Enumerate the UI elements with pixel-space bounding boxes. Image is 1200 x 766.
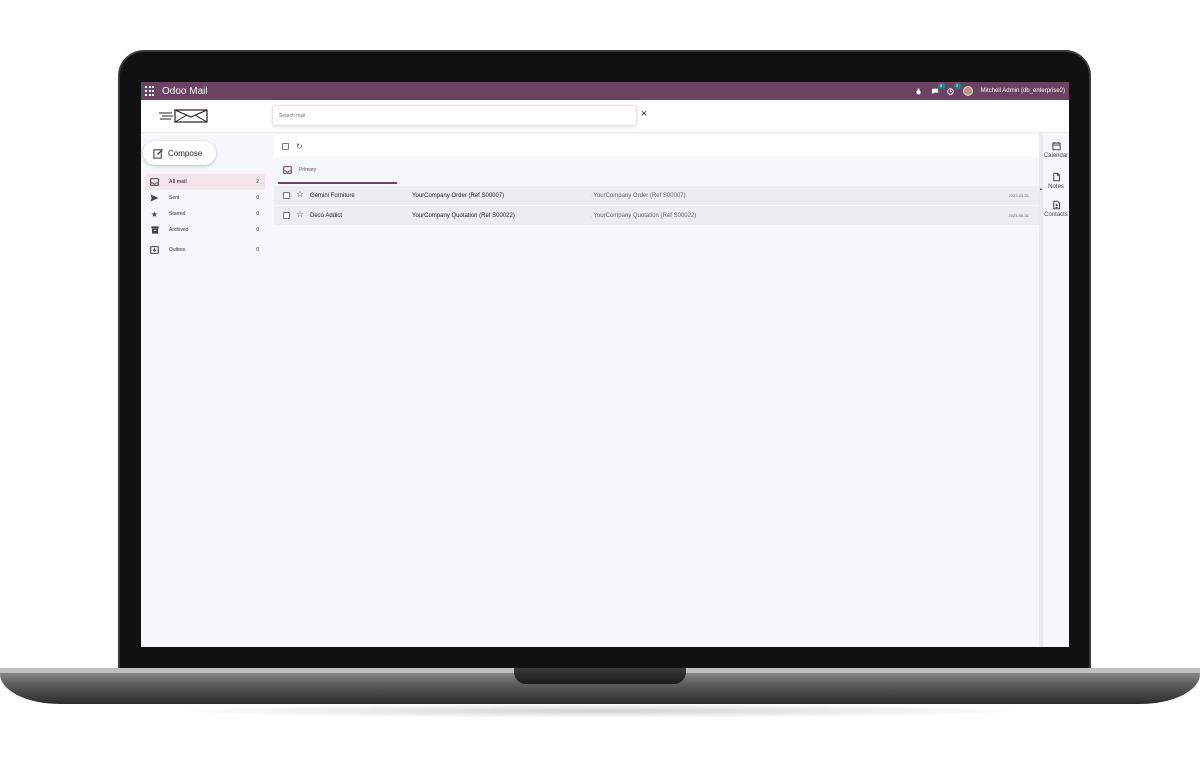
- search-input[interactable]: [272, 105, 637, 126]
- star-icon[interactable]: ☆: [296, 210, 304, 219]
- edit-icon: [153, 148, 164, 159]
- mail-subject: YourCompany Order (Ref S00007): [412, 193, 505, 199]
- folder-count: 0: [256, 247, 259, 253]
- chat-icon: [931, 88, 938, 94]
- mail-preview: YourCompany Quotation (Ref S00022): [591, 213, 696, 219]
- outbox-icon: [150, 246, 159, 255]
- tab-primary[interactable]: Primary: [278, 158, 397, 184]
- sidebar-item-label: Outbox: [169, 247, 186, 253]
- sidebar-item-archived[interactable]: Archived 0: [145, 222, 265, 238]
- mail-sender: Deco Addict: [310, 213, 343, 219]
- sidebar-item-starred[interactable]: ★ Starred 0: [145, 206, 265, 222]
- rightbar-label: Contacts: [1044, 212, 1068, 218]
- star-icon[interactable]: ☆: [296, 190, 304, 199]
- sidebar-item-all-mail[interactable]: All mail 2: [145, 174, 265, 190]
- row-checkbox[interactable]: [283, 192, 290, 199]
- sidebar-item-label: Archived: [169, 227, 189, 233]
- app-screen: Odoo Mail 5 2 Mitchell Admin (db_enterpr…: [141, 82, 1069, 647]
- sidebar-item-label: All mail: [169, 179, 187, 185]
- mail-preview: YourCompany Order (Ref S00007): [591, 193, 685, 199]
- mail-sender: Gemini Furniture: [310, 193, 355, 199]
- inbox-icon: [283, 166, 292, 174]
- close-icon[interactable]: ×: [639, 109, 649, 120]
- laptop-frame: Odoo Mail 5 2 Mitchell Admin (db_enterpr…: [0, 0, 1200, 766]
- mail-list-panel: ↻ Primary ☆ Gemini Furniture YourCompany…: [274, 133, 1039, 647]
- mail-folders: All mail 2 Sent 0 ★ Starred 0 Archived 0…: [145, 174, 265, 258]
- mail-date: 2023-05-31: [1008, 213, 1029, 218]
- calendar-button[interactable]: Calendar: [1043, 141, 1069, 159]
- folder-count: 2: [256, 179, 259, 185]
- archive-icon: [150, 226, 159, 235]
- sidebar-item-label: Starred: [169, 211, 186, 217]
- rightbar-label: Calendar: [1043, 153, 1069, 159]
- mail-subject: YourCompany Quotation (Ref S00022): [412, 213, 515, 219]
- inbox-icon: [150, 178, 159, 187]
- list-toolbar: ↻: [274, 135, 1039, 157]
- laptop-notch: [514, 668, 686, 684]
- avatar[interactable]: [962, 86, 973, 96]
- mail-tabs: Primary: [274, 158, 1039, 184]
- sidebar-item-outbox[interactable]: Outbox 0: [145, 242, 265, 258]
- user-menu[interactable]: Mitchell Admin (db_enterprise2): [981, 88, 1065, 94]
- contacts-icon: [1052, 200, 1060, 210]
- notes-button[interactable]: Notes: [1043, 172, 1069, 190]
- messaging-button[interactable]: 5: [931, 83, 945, 95]
- folder-count: 0: [256, 211, 259, 217]
- mail-list: ☆ Gemini Furniture YourCompany Order (Re…: [274, 186, 1039, 226]
- folder-count: 0: [256, 195, 259, 201]
- folder-count: 0: [256, 227, 259, 233]
- tab-label: Primary: [299, 167, 317, 173]
- top-navbar: Odoo Mail 5 2 Mitchell Admin (db_enterpr…: [141, 82, 1069, 100]
- activities-button[interactable]: 2: [947, 83, 961, 95]
- mail-date: 2023-05-31: [1008, 193, 1029, 198]
- rightbar-label: Notes: [1048, 184, 1064, 190]
- send-icon: [150, 194, 159, 203]
- star-icon: ★: [150, 209, 159, 219]
- select-all-checkbox[interactable]: [282, 142, 289, 150]
- messages-badge: 5: [937, 83, 945, 89]
- activities-badge: 2: [953, 83, 961, 89]
- contacts-button[interactable]: Contacts: [1043, 200, 1069, 218]
- sidebar-item-sent[interactable]: Sent 0: [145, 190, 265, 206]
- compose-label: Compose: [168, 148, 203, 158]
- right-sidebar: Calendar Notes Contacts: [1043, 133, 1069, 647]
- app-title: Odoo Mail: [162, 85, 208, 97]
- sidebar-item-label: Sent: [169, 195, 180, 201]
- row-checkbox[interactable]: [283, 212, 290, 219]
- mail-sidebar: Compose All mail 2 Sent 0 ★ Starred 0 Ar…: [141, 133, 270, 647]
- bug-icon[interactable]: [915, 87, 923, 95]
- calendar-icon: [1051, 142, 1061, 151]
- apps-menu-icon[interactable]: [145, 86, 155, 96]
- navbar-right: 5 2 Mitchell Admin (db_enterprise2): [915, 82, 1065, 100]
- clock-icon: [947, 87, 954, 95]
- mail-header: ×: [141, 100, 1069, 133]
- notes-icon: [1052, 172, 1060, 182]
- laptop-shadow: [160, 704, 1040, 718]
- compose-button[interactable]: Compose: [143, 141, 216, 165]
- refresh-icon[interactable]: ↻: [296, 142, 303, 151]
- mail-row[interactable]: ☆ Deco Addict YourCompany Quotation (Ref…: [274, 206, 1039, 226]
- mail-row[interactable]: ☆ Gemini Furniture YourCompany Order (Re…: [274, 186, 1039, 206]
- mail-logo-icon: [159, 109, 208, 123]
